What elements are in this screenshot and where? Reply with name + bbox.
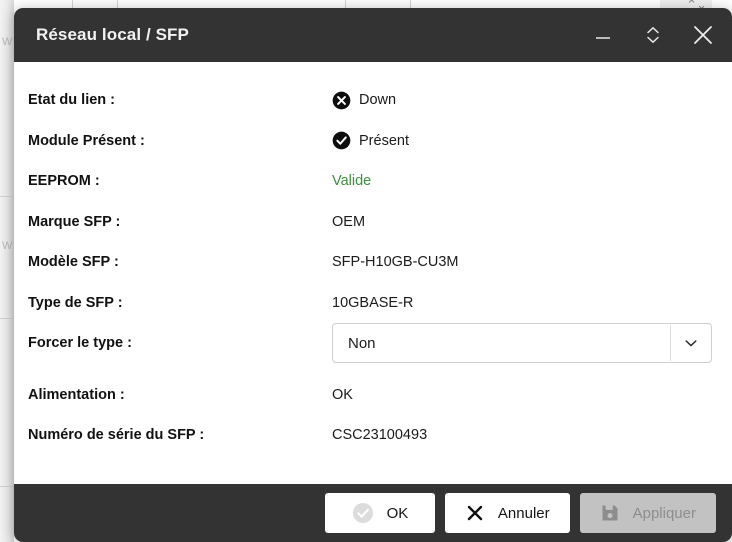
cancel-button[interactable]: Annuler	[445, 493, 570, 533]
property-row-sfp-model: Modèle SFP : SFP-H10GB-CU3M	[14, 242, 732, 283]
save-floppy-icon	[600, 503, 620, 523]
dialog-titlebar[interactable]: Réseau local / SFP	[14, 8, 732, 62]
label-module-present: Module Présent :	[28, 133, 332, 149]
value-power: OK	[332, 387, 353, 403]
value-sfp-brand: OEM	[332, 214, 365, 230]
value-link-state: Down	[359, 92, 396, 108]
page-root: ⌃⌄ W W Réseau local / SFP	[0, 0, 732, 542]
property-row-sfp-type: Type de SFP : 10GBASE-R	[14, 283, 732, 324]
property-row-sfp-brand: Marque SFP : OEM	[14, 202, 732, 243]
apply-button-label: Appliquer	[633, 505, 696, 522]
label-power: Alimentation :	[28, 387, 332, 403]
background-rail-divider	[0, 196, 14, 197]
value-sfp-model: SFP-H10GB-CU3M	[332, 254, 459, 270]
value-module-present-group: Présent	[332, 131, 409, 150]
property-row-power: Alimentation : OK	[14, 375, 732, 416]
label-force-type: Forcer le type :	[28, 335, 332, 351]
property-row-module-present: Module Présent : Présent	[14, 121, 732, 162]
ok-button[interactable]: OK	[325, 493, 435, 533]
force-type-select[interactable]: Non	[332, 323, 712, 363]
property-row-eeprom: EEPROM : Valide	[14, 161, 732, 202]
property-row-serial-number: Numéro de série du SFP : CSC23100493	[14, 415, 732, 456]
label-sfp-type: Type de SFP :	[28, 295, 332, 311]
minimize-button[interactable]	[578, 12, 628, 58]
dialog-title: Réseau local / SFP	[36, 25, 578, 45]
label-serial-number: Numéro de série du SFP :	[28, 427, 332, 443]
label-sfp-brand: Marque SFP :	[28, 214, 332, 230]
minimize-icon	[592, 24, 614, 46]
label-sfp-model: Modèle SFP :	[28, 254, 332, 270]
background-rail-divider	[0, 318, 14, 319]
ok-button-label: OK	[387, 505, 409, 522]
cross-icon	[465, 503, 485, 523]
background-rail-divider	[0, 486, 14, 487]
value-link-state-group: Down	[332, 91, 396, 110]
background-ghost-label: W	[2, 36, 12, 48]
check-circle-icon	[352, 502, 374, 524]
circle-cross-icon	[332, 91, 351, 110]
cancel-button-label: Annuler	[498, 505, 550, 522]
force-type-selected-value: Non	[333, 335, 670, 352]
chevron-down-icon	[671, 335, 711, 351]
value-module-present: Présent	[359, 133, 409, 149]
property-row-force-type: Forcer le type : Non	[14, 323, 732, 364]
dialog-footer: OK Annuler	[14, 484, 732, 542]
sfp-dialog: Réseau local / SFP	[14, 8, 732, 542]
close-button[interactable]	[678, 12, 728, 58]
close-icon	[690, 22, 716, 48]
restore-chevrons-icon	[642, 24, 664, 46]
background-left-rail	[0, 0, 14, 542]
property-row-link-state: Etat du lien : Down	[14, 80, 732, 121]
restore-button[interactable]	[628, 12, 678, 58]
value-sfp-type: 10GBASE-R	[332, 295, 413, 311]
label-eeprom: EEPROM :	[28, 173, 332, 189]
background-ghost-label: W	[2, 240, 12, 252]
apply-button[interactable]: Appliquer	[580, 493, 716, 533]
value-serial-number: CSC23100493	[332, 427, 427, 443]
value-eeprom: Valide	[332, 173, 371, 189]
label-link-state: Etat du lien :	[28, 92, 332, 108]
circle-check-icon	[332, 131, 351, 150]
dialog-body: Etat du lien : Down Module Présent :	[14, 62, 732, 484]
